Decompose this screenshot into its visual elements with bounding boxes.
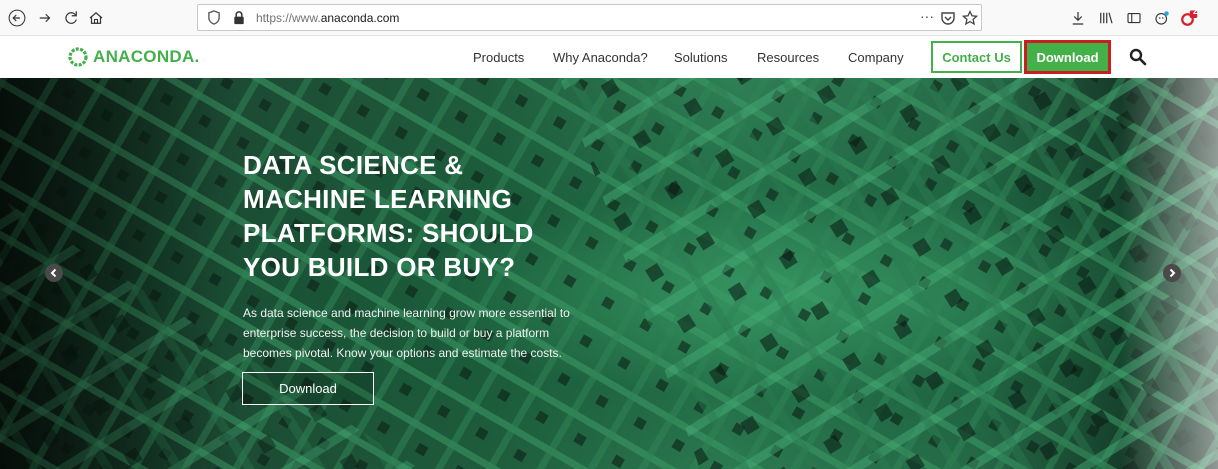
library-icon — [1100, 12, 1113, 24]
reload-icon — [65, 11, 77, 24]
chevron-left-icon — [50, 268, 57, 278]
home-icon — [89, 11, 103, 24]
nav-resources[interactable]: Resources — [757, 50, 819, 65]
nav-solutions[interactable]: Solutions — [674, 50, 727, 65]
carousel-prev-button[interactable] — [45, 264, 63, 282]
nav-company[interactable]: Company — [848, 50, 904, 65]
hero-title: DATA SCIENCE & MACHINE LEARNING PLATFORM… — [243, 148, 663, 284]
extension-face-icon — [1155, 11, 1169, 25]
hero-description: As data science and machine learning gro… — [243, 303, 603, 363]
url-prefix: https://www. — [256, 11, 321, 25]
forward-button[interactable] — [32, 5, 58, 31]
hero-title-line: DATA SCIENCE & — [243, 150, 464, 180]
hero-desc-line: becomes pivotal. Know your options and e… — [243, 346, 562, 360]
opera-badge-button[interactable]: 2 — [1176, 5, 1202, 31]
anaconda-ring-icon — [68, 47, 88, 67]
hero-download-button[interactable]: Download — [242, 372, 374, 405]
downloads-button[interactable] — [1065, 5, 1091, 31]
browser-toolbar: https://www.anaconda.com ··· 2 — [0, 0, 1218, 36]
site-header: ANACONDA. Products Why Anaconda? Solutio… — [0, 37, 1218, 78]
pocket-icon[interactable] — [940, 10, 956, 26]
logo[interactable]: ANACONDA. — [67, 46, 200, 68]
carousel-next-button[interactable] — [1163, 264, 1181, 282]
back-arrow-icon — [8, 9, 26, 27]
nav-why-anaconda[interactable]: Why Anaconda? — [553, 50, 648, 65]
extension-button[interactable] — [1149, 5, 1175, 31]
lock-icon[interactable] — [233, 10, 245, 25]
back-button[interactable] — [4, 5, 30, 31]
bookmark-star-icon[interactable] — [962, 10, 978, 26]
logo-text: ANACONDA. — [93, 47, 200, 66]
page-actions-icon[interactable]: ··· — [920, 8, 934, 24]
address-bar[interactable]: https://www.anaconda.com ··· — [197, 4, 982, 31]
hero-desc-line: enterprise success, the decision to buil… — [243, 326, 550, 340]
nav-products[interactable]: Products — [473, 50, 524, 65]
download-arrow-icon — [1072, 12, 1084, 25]
home-button[interactable] — [83, 5, 109, 31]
sidebar-button[interactable] — [1121, 5, 1147, 31]
reload-button[interactable] — [58, 5, 84, 31]
search-icon[interactable] — [1129, 48, 1147, 66]
hero-title-line: MACHINE LEARNING — [243, 184, 513, 214]
badge-count: 2 — [1193, 6, 1199, 16]
hero-banner: DATA SCIENCE & MACHINE LEARNING PLATFORM… — [0, 78, 1218, 469]
contact-us-button[interactable]: Contact Us — [931, 41, 1022, 73]
library-button[interactable] — [1093, 5, 1119, 31]
shield-icon[interactable] — [207, 10, 221, 25]
download-nav-button[interactable]: Download — [1024, 40, 1111, 74]
sidebar-icon — [1127, 12, 1141, 24]
chevron-right-icon — [1169, 268, 1176, 278]
hero-desc-line: As data science and machine learning gro… — [243, 306, 570, 320]
hero-title-line: YOU BUILD OR BUY? — [243, 252, 516, 282]
forward-arrow-icon — [39, 13, 51, 23]
hero-title-line: PLATFORMS: SHOULD — [243, 218, 534, 248]
url-domain: anaconda.com — [320, 11, 400, 25]
url-text[interactable]: https://www.anaconda.com — [256, 11, 399, 25]
